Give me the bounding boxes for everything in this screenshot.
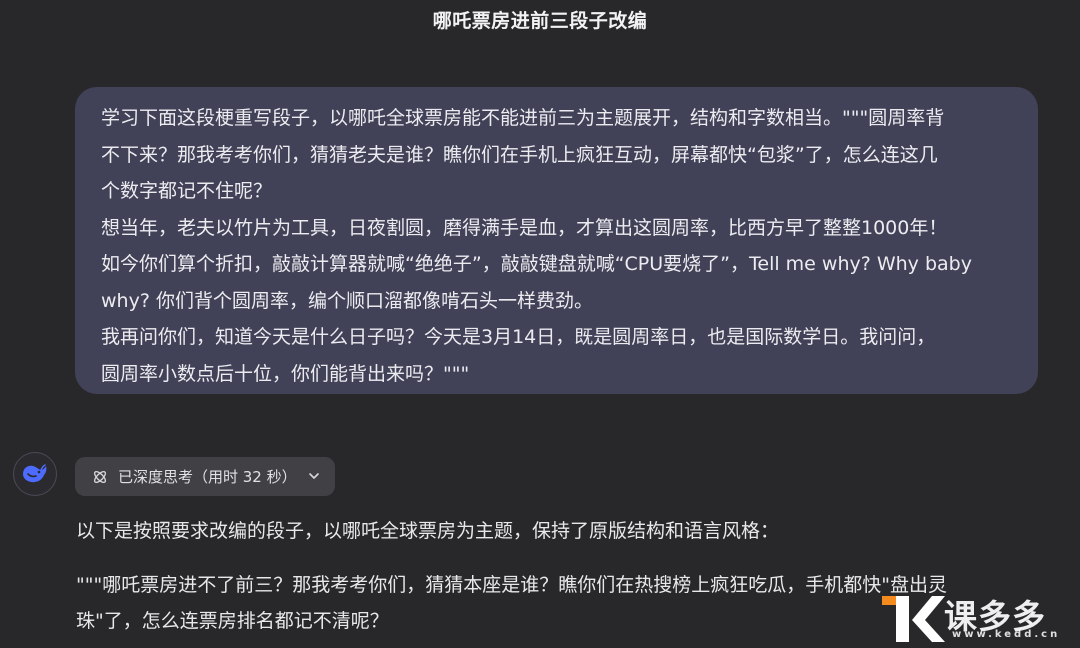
user-message-line: why? 你们背个圆周率，编个顺口溜都像啃石头一样费劲。 (101, 289, 593, 312)
chat-page: 哪吒票房进前三段子改编 学习下面这段梗重写段子，以哪吒全球票房能不能进前三为主题… (0, 0, 1080, 648)
user-message-bubble: 学习下面这段梗重写段子，以哪吒全球票房能不能进前三为主题展开，结构和字数相当。"… (75, 87, 1038, 394)
user-message-line: 我再问你们，知道今天是什么日子吗？今天是3月14日，既是圆周率日，也是国际数学日… (101, 326, 936, 348)
deep-think-icon (93, 470, 107, 483)
conversation-title: 哪吒票房进前三段子改编 (432, 10, 648, 32)
user-message-line: 想当年，老夫以竹片为工具，日夜割圆，磨得满手是血，才算出这圆周率，比西方早了整整… (101, 216, 948, 239)
whale-logo-icon (23, 464, 47, 483)
assistant-answer-intro: 以下是按照要求改编的段子，以哪吒全球票房为主题，保持了原版结构和语言风格： (76, 520, 780, 542)
thinking-label: 已深度思考（用时 32 秒） (118, 468, 297, 486)
user-message-line: 如今你们算个折扣，敲敲计算器就喊“绝绝子”，敲敲键盘就喊“CPU要烧了”，Tel… (101, 253, 972, 275)
user-message-line: 圆周率小数点后十位，你们能背出来吗？""" (101, 362, 470, 385)
assistant-answer-line: 珠"了，怎么连票房排名都记不清呢？ (76, 610, 389, 632)
watermark-url: www.kedd.cn (952, 629, 1061, 640)
assistant-answer-line: """哪吒票房进不了前三？那我考考你们，猜猜本座是谁？瞧你们在热搜榜上疯狂吃瓜，… (76, 574, 947, 596)
watermark-logo-icon (882, 596, 945, 642)
assistant-avatar (13, 452, 57, 496)
chevron-down-icon (309, 473, 319, 479)
user-message-line: 个数字都记不住呢？ (101, 180, 273, 202)
user-message-line: 学习下面这段梗重写段子，以哪吒全球票房能不能进前三为主题展开，结构和字数相当。"… (101, 107, 945, 129)
user-message-line: 不下来？那我考考你们，猜猜老夫是谁？瞧你们在手机上疯狂互动，屏幕都快“包浆”了，… (101, 143, 938, 166)
watermark: 课多多 www.kedd.cn (882, 588, 1074, 646)
deep-thinking-toggle[interactable]: 已深度思考（用时 32 秒） (75, 457, 335, 496)
